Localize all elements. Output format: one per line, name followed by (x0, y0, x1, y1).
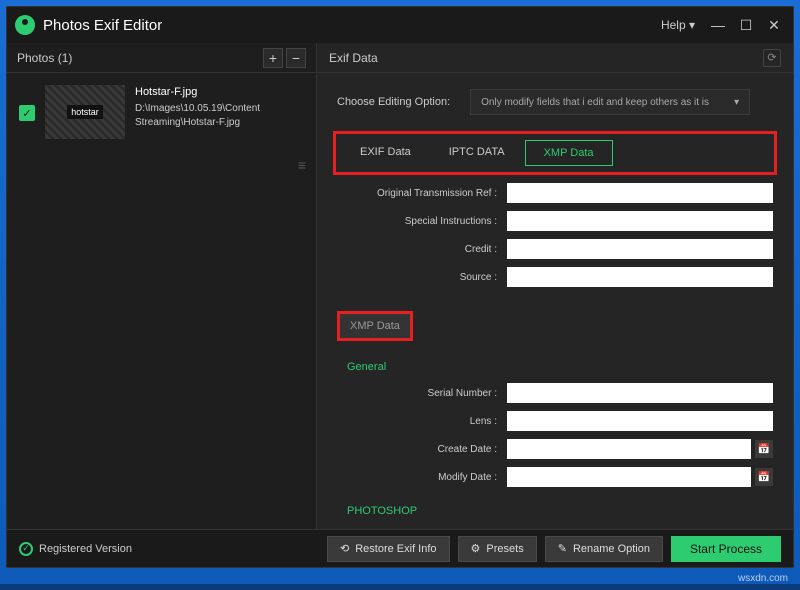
maximize-button[interactable]: ☐ (735, 14, 757, 36)
source-input[interactable] (507, 267, 773, 287)
refresh-button[interactable]: ⟳ (763, 49, 781, 67)
field-row: Create Date :📅 (337, 439, 773, 459)
watermark: wsxdn.com (738, 573, 788, 584)
field-row: Credit : (337, 239, 773, 259)
taskbar (0, 584, 800, 590)
menu-icon[interactable]: ≡ (298, 157, 306, 173)
close-button[interactable]: ✕ (763, 14, 785, 36)
presets-icon: ⚙ (471, 542, 481, 555)
app-logo-icon (15, 15, 35, 35)
rename-option-button[interactable]: ✎Rename Option (545, 536, 663, 562)
modify-date-input[interactable] (507, 467, 751, 487)
special-instructions-input[interactable] (507, 211, 773, 231)
tab-iptc[interactable]: IPTC DATA (431, 140, 523, 166)
check-icon: ✓ (19, 542, 33, 556)
remove-photo-button[interactable]: − (286, 48, 306, 68)
photo-checkbox[interactable]: ✓ (19, 105, 35, 121)
restore-icon: ⟲ (340, 542, 349, 555)
exif-header: Exif Data ⟳ (317, 43, 793, 73)
xmp-section-header: XMP Data (337, 311, 413, 341)
exif-panel: Exif Data ⟳ Choose Editing Option: Only … (317, 43, 793, 529)
photo-list-item[interactable]: ✓ hotstar Hotstar-F.jpg D:\Images\10.05.… (7, 73, 316, 151)
presets-button[interactable]: ⚙Presets (458, 536, 537, 562)
field-row: Source : (337, 267, 773, 287)
chevron-down-icon: ▾ (734, 97, 739, 108)
editing-option-dropdown[interactable]: Only modify fields that i edit and keep … (470, 89, 750, 115)
app-window: Photos Exif Editor Help ▾ — ☐ ✕ Photos (… (6, 6, 794, 568)
add-photo-button[interactable]: + (263, 48, 283, 68)
calendar-icon[interactable]: 📅 (755, 440, 773, 458)
app-title: Photos Exif Editor (43, 17, 661, 34)
editing-option-label: Choose Editing Option: (337, 96, 450, 108)
content-area: Photos (1) + − ✓ hotstar Hotstar-F.jpg D… (7, 43, 793, 529)
start-process-button[interactable]: Start Process (671, 536, 781, 562)
titlebar: Photos Exif Editor Help ▾ — ☐ ✕ (7, 7, 793, 43)
data-tabs: EXIF Data IPTC DATA XMP Data (342, 140, 768, 166)
photoshop-subheader: PHOTOSHOP (347, 505, 773, 517)
field-row: Special Instructions : (337, 211, 773, 231)
form-area: Original Transmission Ref : Special Inst… (317, 183, 793, 529)
help-menu[interactable]: Help ▾ (661, 18, 695, 32)
calendar-icon[interactable]: 📅 (755, 468, 773, 486)
tab-exif[interactable]: EXIF Data (342, 140, 429, 166)
general-subheader: General (347, 361, 773, 373)
minimize-button[interactable]: — (707, 14, 729, 36)
footer: ✓ Registered Version ⟲Restore Exif Info … (7, 529, 793, 567)
registered-status: ✓ Registered Version (19, 542, 319, 556)
credit-input[interactable] (507, 239, 773, 259)
pencil-icon: ✎ (558, 542, 567, 555)
editing-option-row: Choose Editing Option: Only modify field… (317, 73, 793, 127)
photos-header: Photos (1) + − (7, 43, 316, 73)
field-row: Modify Date :📅 (337, 467, 773, 487)
transmission-ref-input[interactable] (507, 183, 773, 203)
photo-thumbnail: hotstar (45, 85, 125, 139)
field-row: Serial Number : (337, 383, 773, 403)
field-row: Lens : (337, 411, 773, 431)
restore-exif-button[interactable]: ⟲Restore Exif Info (327, 536, 450, 562)
photo-info: Hotstar-F.jpg D:\Images\10.05.19\Content… (135, 85, 304, 130)
photos-panel: Photos (1) + − ✓ hotstar Hotstar-F.jpg D… (7, 43, 317, 529)
create-date-input[interactable] (507, 439, 751, 459)
lens-input[interactable] (507, 411, 773, 431)
field-row: Original Transmission Ref : (337, 183, 773, 203)
serial-number-input[interactable] (507, 383, 773, 403)
tab-xmp[interactable]: XMP Data (525, 140, 613, 166)
tabs-highlight: EXIF Data IPTC DATA XMP Data (333, 131, 777, 175)
